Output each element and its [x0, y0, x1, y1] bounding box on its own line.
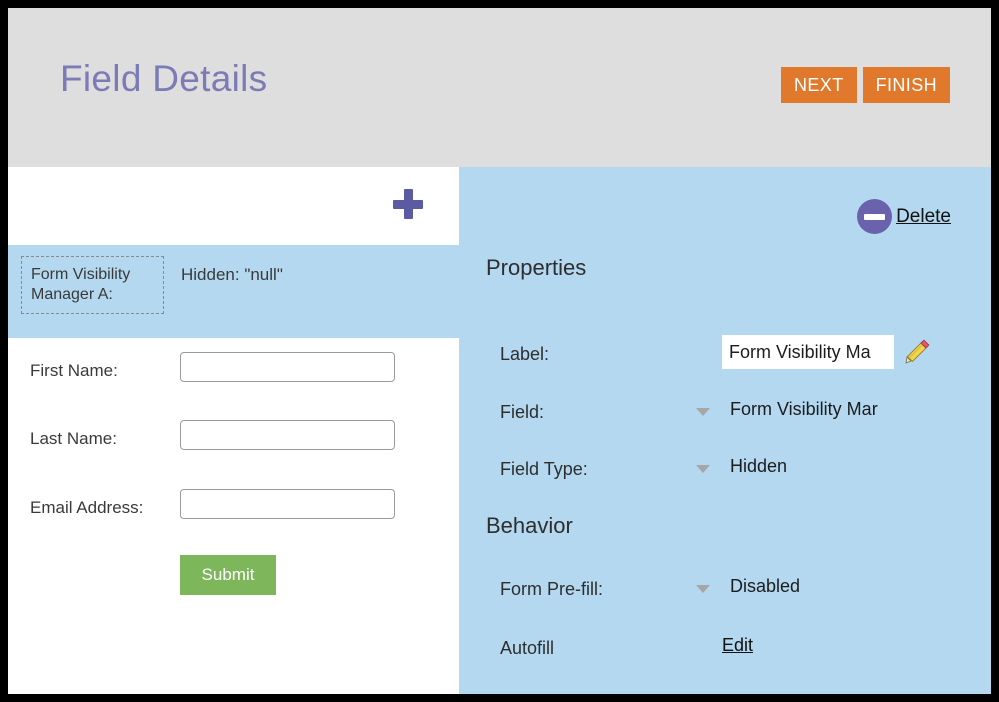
email-address-input[interactable] — [180, 489, 395, 519]
properties-pane: Delete Properties Label: — [459, 167, 991, 694]
autofill-edit-link[interactable]: Edit — [722, 635, 753, 656]
form-preview: First Name: Last Name: Email Address: Su… — [8, 338, 459, 694]
first-name-label: First Name: — [30, 361, 118, 381]
property-row-label: Label: — [459, 335, 991, 375]
page-header: Field Details NEXT FINISH — [8, 8, 991, 167]
field-select-label: Field: — [500, 402, 544, 423]
field-select-value: Form Visibility Mar — [730, 399, 908, 420]
selected-field-label: Form Visibility Manager A: — [21, 256, 164, 314]
label-input[interactable] — [722, 335, 894, 369]
form-prefill-select-label: Form Pre-fill: — [500, 579, 603, 600]
form-row-first-name: First Name: — [8, 352, 459, 392]
field-type-select-value: Hidden — [730, 456, 908, 477]
property-row-autofill: Autofill Edit — [459, 629, 991, 669]
autofill-label: Autofill — [500, 638, 554, 659]
header-actions: NEXT FINISH — [781, 67, 950, 103]
form-toolbar — [8, 167, 459, 245]
label-field-control — [722, 335, 894, 369]
plus-icon[interactable] — [393, 189, 423, 219]
next-button[interactable]: NEXT — [781, 67, 857, 103]
chevron-down-icon — [696, 408, 710, 416]
chevron-down-icon — [696, 585, 710, 593]
form-row-last-name: Last Name: — [8, 420, 459, 460]
delete-label: Delete — [896, 206, 951, 228]
selected-field-row[interactable]: Form Visibility Manager A: Hidden: "null… — [8, 245, 459, 338]
email-address-label: Email Address: — [30, 498, 143, 518]
selected-field-value: Hidden: "null" — [181, 265, 283, 285]
first-name-input[interactable] — [180, 352, 395, 382]
body-area: Delete Properties Label: — [8, 167, 991, 694]
property-row-field-type: Field Type: Hidden — [459, 450, 991, 490]
last-name-label: Last Name: — [30, 429, 117, 449]
label-field-label: Label: — [500, 344, 549, 365]
app-frame: Field Details NEXT FINISH Delete Propert… — [0, 0, 999, 702]
minus-circle-icon — [857, 199, 892, 234]
pencil-icon[interactable] — [903, 338, 931, 366]
properties-heading: Properties — [486, 255, 586, 281]
form-row-email-address: Email Address: — [8, 489, 459, 529]
finish-button[interactable]: FINISH — [863, 67, 950, 103]
field-type-select-label: Field Type: — [500, 459, 588, 480]
submit-button[interactable]: Submit — [180, 555, 276, 595]
form-prefill-select-value: Disabled — [730, 576, 908, 597]
chevron-down-icon — [696, 465, 710, 473]
last-name-input[interactable] — [180, 420, 395, 450]
delete-field-button[interactable]: Delete — [857, 199, 951, 234]
property-row-field: Field: Form Visibility Mar — [459, 393, 991, 433]
app-window: Field Details NEXT FINISH Delete Propert… — [8, 8, 991, 694]
page-title: Field Details — [60, 59, 267, 100]
behavior-heading: Behavior — [486, 513, 573, 539]
property-row-form-prefill: Form Pre-fill: Disabled — [459, 570, 991, 610]
form-preview-pane: Form Visibility Manager A: Hidden: "null… — [8, 167, 459, 694]
